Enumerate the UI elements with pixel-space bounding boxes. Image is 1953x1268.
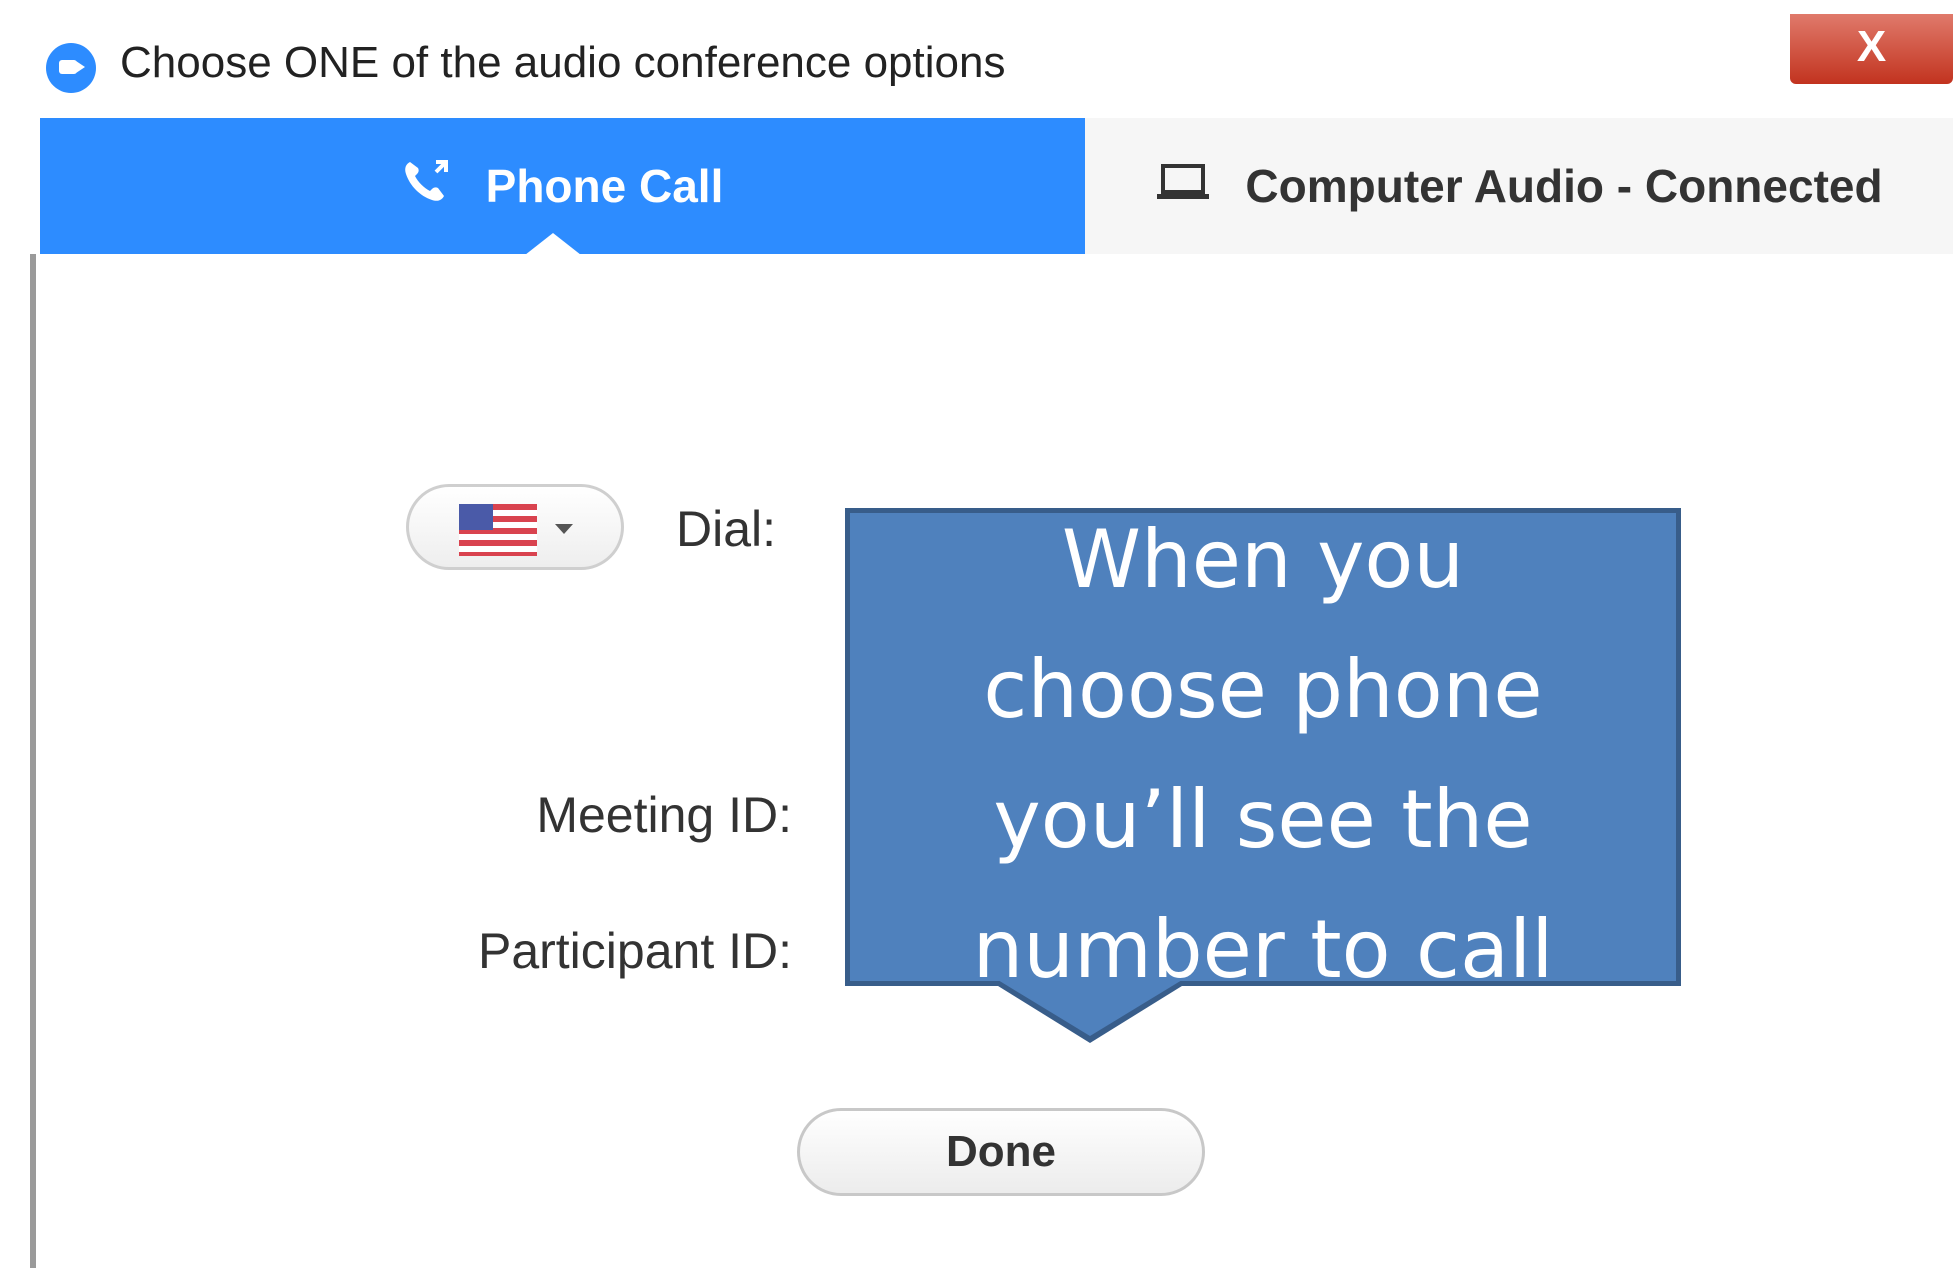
phone-icon — [402, 158, 452, 215]
done-button[interactable]: Done — [797, 1108, 1205, 1196]
close-button[interactable]: X — [1790, 14, 1953, 84]
us-flag-icon — [459, 504, 537, 556]
tab-phone-call[interactable]: Phone Call — [40, 118, 1085, 255]
participant-id-label: Participant ID: — [477, 923, 792, 979]
window-title: Choose ONE of the audio conference optio… — [120, 38, 1006, 87]
laptop-icon — [1155, 159, 1211, 213]
callout-text: When you choose phone you’ll see the num… — [850, 495, 1676, 1015]
callout-line: choose phone — [983, 643, 1543, 736]
callout-line: you’ll see the — [993, 773, 1533, 866]
annotation-callout: When you choose phone you’ll see the num… — [845, 508, 1681, 996]
dial-label: Dial: — [676, 501, 777, 557]
tab-computer-audio-label: Computer Audio - Connected — [1245, 160, 1883, 212]
tab-computer-audio[interactable]: Computer Audio - Connected — [1085, 118, 1953, 254]
tab-phone-call-label: Phone Call — [485, 160, 724, 212]
zoom-app-icon — [46, 43, 96, 93]
audio-options-dialog: Choose ONE of the audio conference optio… — [0, 0, 1953, 1268]
chevron-down-icon — [555, 524, 573, 534]
meeting-id-label: Meeting ID: — [536, 787, 792, 843]
tab-strip: Phone Call Computer Audio - Connected — [40, 118, 1953, 257]
callout-line: When you — [1061, 513, 1465, 606]
callout-pointer-fill — [998, 980, 1182, 1036]
country-select[interactable] — [406, 484, 624, 570]
title-bar: Choose ONE of the audio conference optio… — [30, 0, 1953, 118]
callout-line: number to call — [972, 903, 1554, 996]
